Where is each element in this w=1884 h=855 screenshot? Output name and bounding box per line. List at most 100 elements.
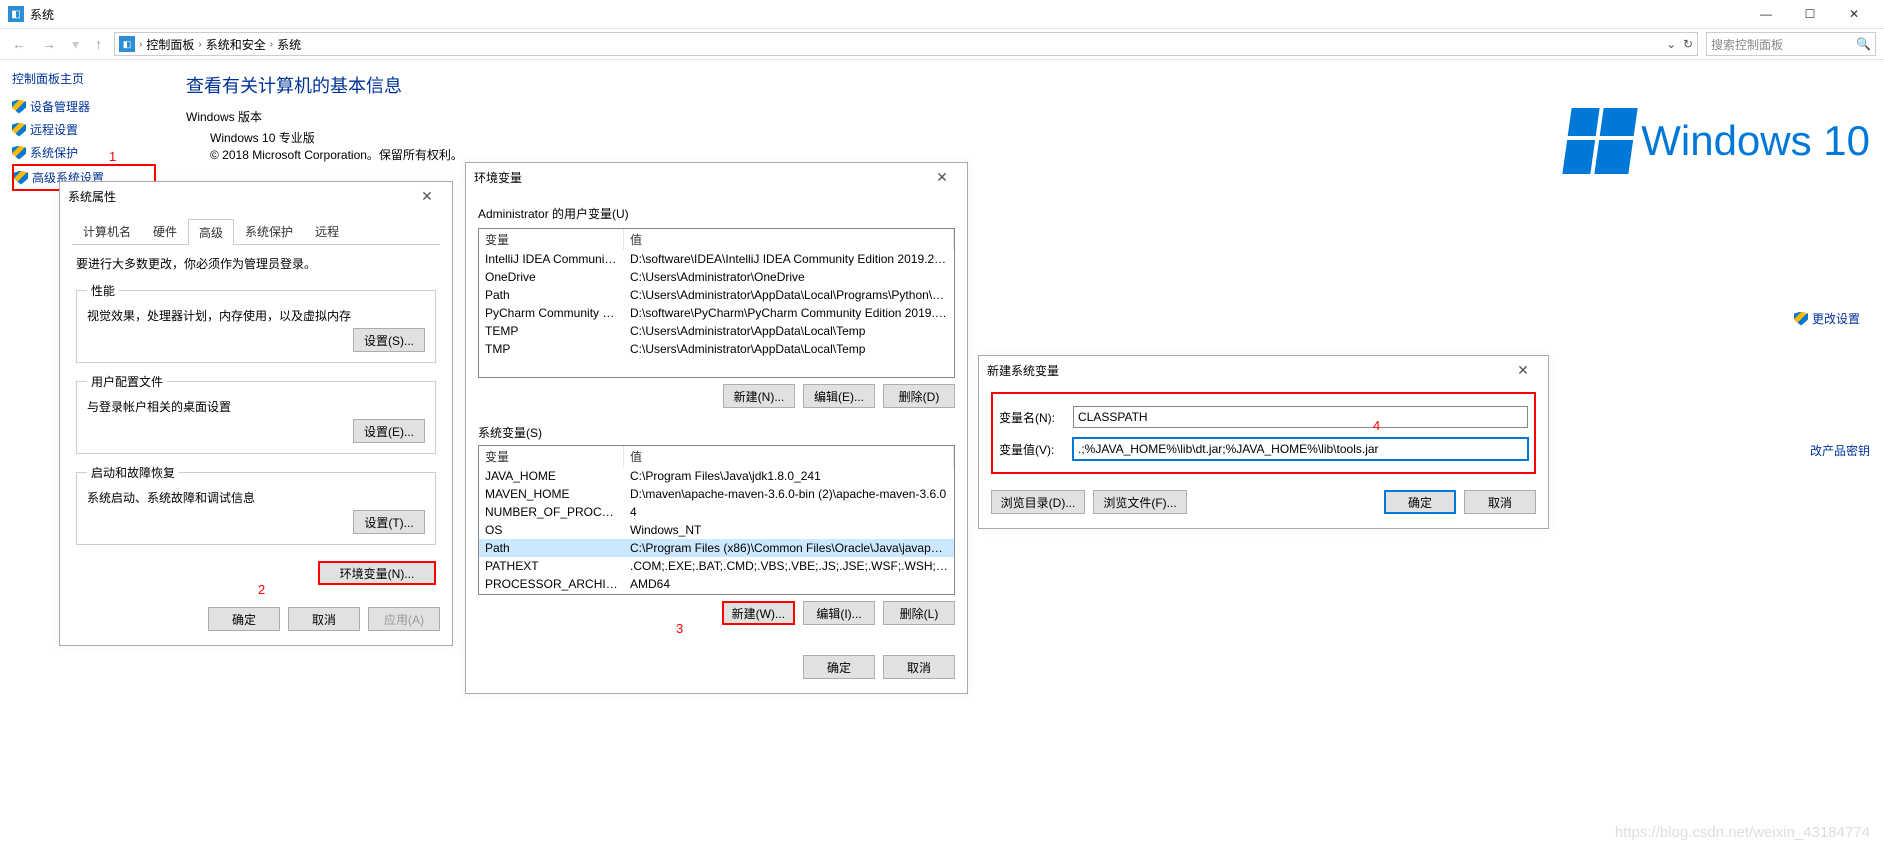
breadcrumb-root[interactable]: 控制面板 xyxy=(146,36,194,53)
cell-value: C:\Program Files\Java\jdk1.8.0_241 xyxy=(624,467,954,485)
product-key-link[interactable]: 改产品密钥 xyxy=(1810,442,1870,459)
breadcrumb-dropdown[interactable]: ⌄ ↻ xyxy=(1666,37,1693,51)
minimize-button[interactable]: — xyxy=(1744,0,1788,28)
sidebar-item-remote[interactable]: 远程设置 xyxy=(12,118,156,141)
windows-logo: Windows 10 xyxy=(1567,108,1870,174)
close-icon[interactable]: ✕ xyxy=(925,169,959,186)
table-row[interactable]: NUMBER_OF_PROCESSORS4 xyxy=(479,503,954,521)
shield-icon xyxy=(12,100,26,114)
sidebar-home[interactable]: 控制面板主页 xyxy=(12,70,156,87)
env-vars-button[interactable]: 环境变量(N)... xyxy=(318,561,436,585)
table-row[interactable]: MAVEN_HOMED:\maven\apache-maven-3.6.0-bi… xyxy=(479,485,954,503)
cancel-button[interactable]: 取消 xyxy=(288,607,360,631)
cell-value: C:\Users\Administrator\AppData\Local\Tem… xyxy=(624,340,954,358)
sidebar-item-protection[interactable]: 系统保护 xyxy=(12,141,156,164)
forward-button[interactable]: → xyxy=(38,36,60,52)
var-value-label: 变量值(V): xyxy=(999,441,1059,458)
table-row[interactable]: PyCharm Community Editi...D:\software\Py… xyxy=(479,304,954,322)
col-val[interactable]: 值 xyxy=(624,229,954,250)
close-icon[interactable]: ✕ xyxy=(1506,362,1540,379)
back-button[interactable]: ← xyxy=(8,36,30,52)
var-value-input[interactable] xyxy=(1073,438,1528,460)
table-row[interactable]: TMPC:\Users\Administrator\AppData\Local\… xyxy=(479,340,954,358)
cell-value: D:\software\PyCharm\PyCharm Community Ed… xyxy=(624,304,954,322)
col-val[interactable]: 值 xyxy=(624,446,954,467)
user-vars-table[interactable]: 变量 值 IntelliJ IDEA Community E...D:\soft… xyxy=(478,228,955,378)
table-row[interactable]: PathC:\Users\Administrator\AppData\Local… xyxy=(479,286,954,304)
profiles-group: 用户配置文件 与登录帐户相关的桌面设置 设置(E)... xyxy=(76,373,436,454)
table-row[interactable]: PathC:\Program Files (x86)\Common Files\… xyxy=(479,539,954,557)
performance-settings-button[interactable]: 设置(S)... xyxy=(353,328,425,352)
annotation-2: 2 xyxy=(258,582,265,597)
user-new-button[interactable]: 新建(N)... xyxy=(723,384,795,408)
var-name-row: 变量名(N): xyxy=(999,406,1528,428)
cell-value: C:\Users\Administrator\AppData\Local\Tem… xyxy=(624,322,954,340)
user-delete-button[interactable]: 删除(D) xyxy=(883,384,955,408)
cell-name: PATHEXT xyxy=(479,557,624,575)
annotation-1: 1 xyxy=(109,149,116,164)
cell-value: D:\maven\apache-maven-3.6.0-bin (2)\apac… xyxy=(624,485,954,503)
col-var[interactable]: 变量 xyxy=(479,229,624,250)
ok-button[interactable]: 确定 xyxy=(803,655,875,679)
cancel-button[interactable]: 取消 xyxy=(883,655,955,679)
performance-legend: 性能 xyxy=(87,282,119,299)
cell-name: TMP xyxy=(479,340,624,358)
startup-group: 启动和故障恢复 系统启动、系统故障和调试信息 设置(T)... xyxy=(76,464,436,545)
sys-new-button[interactable]: 新建(W)... xyxy=(722,601,795,625)
table-row[interactable]: PROCESSOR_ARCHITECT...AMD64 xyxy=(479,575,954,593)
shield-icon xyxy=(12,146,26,160)
breadcrumb[interactable]: ◧ › 控制面板 › 系统和安全 › 系统 ⌄ ↻ xyxy=(114,32,1698,56)
table-row[interactable]: PATHEXT.COM;.EXE;.BAT;.CMD;.VBS;.VBE;.JS… xyxy=(479,557,954,575)
cell-value: 4 xyxy=(624,503,954,521)
maximize-button[interactable]: ☐ xyxy=(1788,0,1832,28)
cancel-button[interactable]: 取消 xyxy=(1464,490,1536,514)
shield-icon xyxy=(1794,312,1808,326)
var-name-input[interactable] xyxy=(1073,406,1528,428)
performance-group: 性能 视觉效果，处理器计划，内存使用，以及虚拟内存 设置(S)... xyxy=(76,282,436,363)
breadcrumb-level1[interactable]: 系统和安全 xyxy=(206,36,266,53)
tab-computer-name[interactable]: 计算机名 xyxy=(72,218,142,244)
sys-delete-button[interactable]: 删除(L) xyxy=(883,601,955,625)
browse-dir-button[interactable]: 浏览目录(D)... xyxy=(991,490,1085,514)
apply-button[interactable]: 应用(A) xyxy=(368,607,440,631)
sys-edit-button[interactable]: 编辑(I)... xyxy=(803,601,875,625)
startup-desc: 系统启动、系统故障和调试信息 xyxy=(87,489,425,506)
search-input[interactable]: 搜索控制面板 🔍 xyxy=(1706,32,1876,56)
table-row[interactable]: OSWindows_NT xyxy=(479,521,954,539)
col-var[interactable]: 变量 xyxy=(479,446,624,467)
tab-protection[interactable]: 系统保护 xyxy=(234,218,304,244)
shield-icon xyxy=(14,171,28,185)
cell-value: C:\Users\Administrator\OneDrive xyxy=(624,268,954,286)
page-heading: 查看有关计算机的基本信息 xyxy=(186,72,1866,98)
tab-hardware[interactable]: 硬件 xyxy=(142,218,188,244)
cell-value: AMD64 xyxy=(624,575,954,593)
close-button[interactable]: ✕ xyxy=(1832,0,1876,28)
sys-vars-table[interactable]: 变量 值 JAVA_HOMEC:\Program Files\Java\jdk1… xyxy=(478,445,955,595)
var-name-label: 变量名(N): xyxy=(999,409,1059,426)
ok-button[interactable]: 确定 xyxy=(1384,490,1456,514)
new-var-dialog: 新建系统变量 ✕ 变量名(N): 变量值(V): 浏览目录(D)... 浏览文件… xyxy=(978,355,1549,529)
ok-button[interactable]: 确定 xyxy=(208,607,280,631)
recent-button[interactable]: ▾ xyxy=(68,36,83,53)
table-row[interactable]: IntelliJ IDEA Community E...D:\software\… xyxy=(479,250,954,268)
dialog-titlebar: 新建系统变量 ✕ xyxy=(979,356,1548,384)
change-settings-link[interactable]: 更改设置 xyxy=(1794,310,1860,327)
table-header: 变量 值 xyxy=(479,229,954,250)
tab-remote[interactable]: 远程 xyxy=(304,218,350,244)
table-row[interactable]: JAVA_HOMEC:\Program Files\Java\jdk1.8.0_… xyxy=(479,467,954,485)
user-edit-button[interactable]: 编辑(E)... xyxy=(803,384,875,408)
dialog-title: 系统属性 xyxy=(68,188,116,205)
startup-settings-button[interactable]: 设置(T)... xyxy=(353,510,425,534)
up-button[interactable]: ↑ xyxy=(91,36,106,52)
cell-name: NUMBER_OF_PROCESSORS xyxy=(479,503,624,521)
profiles-settings-button[interactable]: 设置(E)... xyxy=(353,419,425,443)
breadcrumb-level2[interactable]: 系统 xyxy=(277,36,301,53)
cell-value: C:\Program Files (x86)\Common Files\Orac… xyxy=(624,539,954,557)
table-row[interactable]: TEMPC:\Users\Administrator\AppData\Local… xyxy=(479,322,954,340)
table-row[interactable]: OneDriveC:\Users\Administrator\OneDrive xyxy=(479,268,954,286)
sidebar-item-device-manager[interactable]: 设备管理器 xyxy=(12,95,156,118)
cell-name: Path xyxy=(479,286,624,304)
browse-file-button[interactable]: 浏览文件(F)... xyxy=(1093,490,1187,514)
tab-advanced[interactable]: 高级 xyxy=(188,219,234,245)
close-icon[interactable]: ✕ xyxy=(410,188,444,205)
